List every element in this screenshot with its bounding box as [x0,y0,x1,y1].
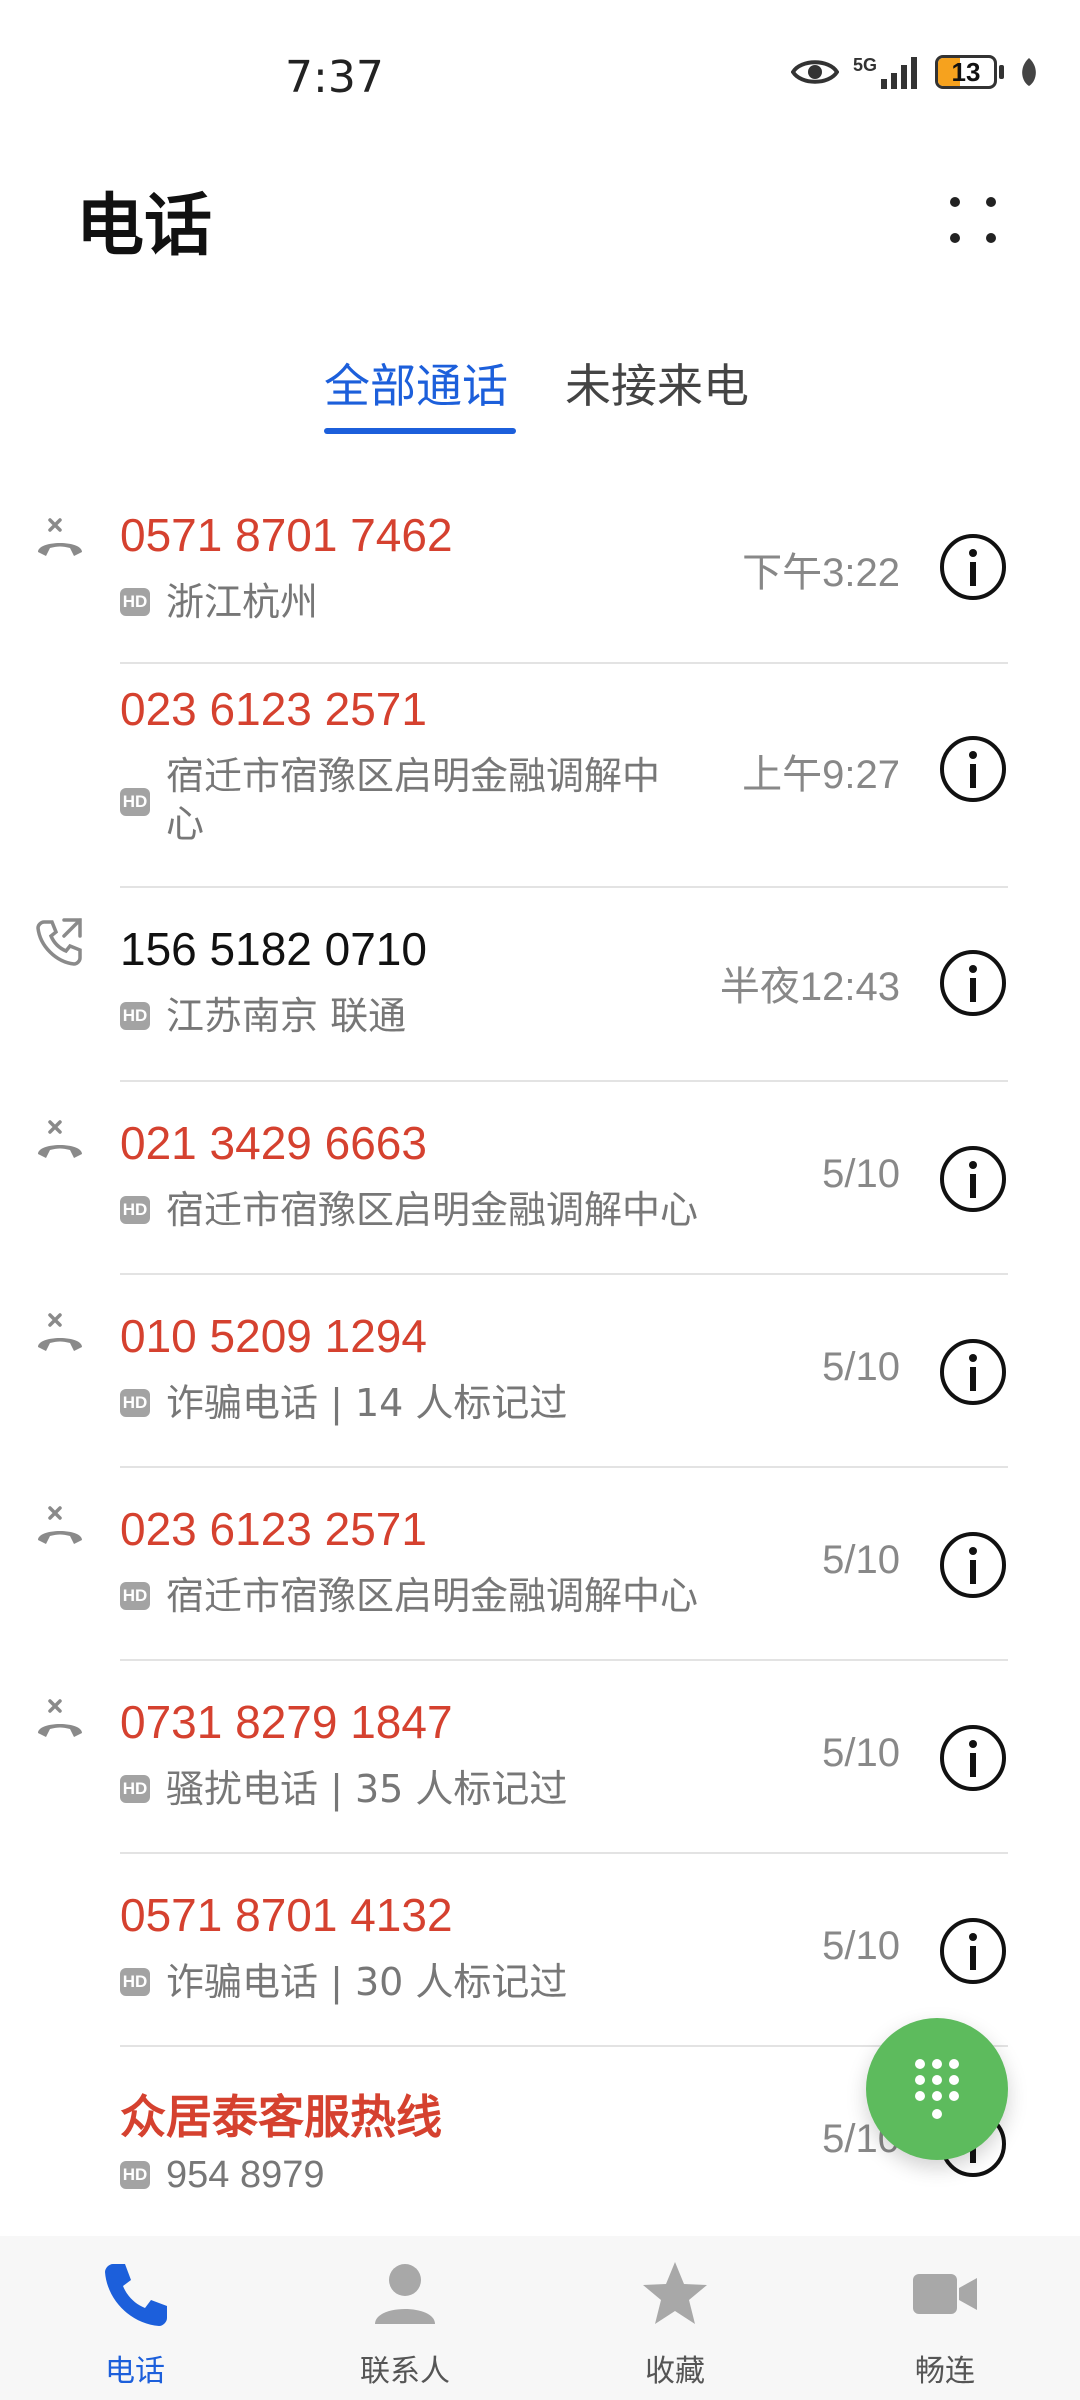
call-subtitle: HD 宿迁市宿豫区启明金融调解中心 [120,752,676,848]
call-time: 下午3:22 [742,551,900,595]
call-location: 诈骗电话 | 14 人标记过 [166,1381,568,1425]
call-contact-name: 众居泰客服热线 [120,2090,442,2144]
nav-label: 联系人 [360,2354,450,2389]
call-number: 156 5182 0710 [120,923,427,975]
network-signal: 5G [853,55,921,89]
status-time: 7:37 [285,52,384,103]
dialpad-button[interactable] [866,2018,1008,2160]
info-icon[interactable] [938,734,1008,804]
missed-call-icon [38,1313,82,1351]
call-number: 021 3429 6663 [120,1117,427,1169]
tab-missed-calls[interactable]: 未接来电 [565,350,749,416]
nav-item-phone[interactable]: 电话 [35,2254,235,2390]
call-row[interactable]: 0571 8701 7462 HD 浙江杭州 下午3:22 [0,490,1080,664]
call-time: 半夜12:43 [719,965,900,1009]
call-number: 0571 8701 7462 [120,509,453,561]
signal-bars-icon [881,57,917,89]
nav-item-meetime[interactable]: 畅连 [845,2254,1045,2390]
call-subtitle: HD 954 8979 [120,2151,325,2199]
call-location: 骚扰电话 | 35 人标记过 [166,1767,568,1811]
call-row[interactable]: 0731 8279 1847 HD 骚扰电话 | 35 人标记过 5/10 [0,1661,1080,1854]
missed-call-icon [38,1120,82,1158]
bottom-nav: 电话 联系人 收藏 畅连 [0,2236,1080,2400]
hd-badge: HD [120,1389,150,1417]
call-subtitle: HD 宿迁市宿豫区启明金融调解中心 [120,1572,698,1620]
call-location: 宿迁市宿豫区启明金融调解中心 [166,1188,699,1232]
nav-item-favorites[interactable]: 收藏 [575,2254,775,2390]
tab-underline [324,428,516,434]
call-row[interactable]: 010 5209 1294 HD 诈骗电话 | 14 人标记过 5/10 [0,1275,1080,1468]
call-location: 江苏南京 联通 [166,994,407,1038]
call-row[interactable]: 0571 8701 4132 HD 诈骗电话 | 30 人标记过 5/10 [0,1854,1080,2047]
star-icon [643,2262,707,2324]
contacts-icon [375,2264,435,2324]
call-row[interactable]: 021 3429 6663 HD 宿迁市宿豫区启明金融调解中心 5/10 [0,1082,1080,1275]
info-icon[interactable] [938,1337,1008,1407]
call-number: 0571 8701 4132 [120,1889,453,1941]
hd-badge: HD [120,1582,150,1610]
call-location: 浙江杭州 [166,580,319,624]
status-icons: 5G 13 [790,55,1040,89]
call-number: 0731 8279 1847 [120,1696,453,1748]
hd-badge: HD [120,1968,150,1996]
call-location: 宿迁市宿豫区启明金融调解中心 [166,1574,699,1618]
call-time: 上午9:27 [742,753,900,797]
dialpad-icon [915,2059,959,2119]
hd-badge: HD [120,1002,150,1030]
call-tabs: 全部通话 未接来电 [0,350,1080,450]
info-icon[interactable] [938,948,1008,1018]
info-icon[interactable] [938,1723,1008,1793]
call-subtitle: HD 浙江杭州 [120,578,318,626]
call-subtitle: HD 骚扰电话 | 35 人标记过 [120,1765,567,1813]
video-call-icon [913,2274,977,2314]
call-number: 010 5209 1294 [120,1310,427,1362]
call-row[interactable]: 023 6123 2571 HD 宿迁市宿豫区启明金融调解中心 5/10 [0,1468,1080,1661]
call-row[interactable]: 023 6123 2571 HD 宿迁市宿豫区启明金融调解中心 上午9:27 [0,664,1080,888]
call-subtitle: HD 诈骗电话 | 30 人标记过 [120,1958,567,2006]
battery-group: 13 [935,55,1004,89]
missed-call-icon [38,518,82,556]
nav-item-contacts[interactable]: 联系人 [305,2254,505,2390]
call-number: 023 6123 2571 [120,683,427,735]
network-type: 5G [852,55,877,75]
battery-cap [999,65,1004,79]
info-icon[interactable] [938,1530,1008,1600]
battery-text: 13 [951,56,981,87]
call-time: 5/10 [822,1924,900,1968]
call-time: 5/10 [822,1538,900,1582]
eye-icon [790,60,839,84]
page-title: 电话 [76,187,213,266]
hd-badge: HD [120,788,150,816]
outgoing-call-icon [36,918,82,966]
hd-badge: HD [120,1196,150,1224]
hd-badge: HD [120,1775,150,1803]
call-location: 宿迁市宿豫区启明金融调解中心 [166,754,661,846]
missed-call-icon [38,1699,82,1737]
call-time: 5/10 [822,1731,900,1775]
call-number: 023 6123 2571 [120,1503,427,1555]
call-location: 诈骗电话 | 30 人标记过 [166,1960,568,2004]
leaf-icon [1022,58,1036,86]
nav-label: 电话 [105,2354,165,2389]
status-bar: 7:37 5G 13 [0,0,1080,150]
phone-icon [105,2264,167,2326]
call-time: 5/10 [822,1152,900,1196]
info-icon[interactable] [938,1144,1008,1214]
call-phone: 954 8979 [166,2154,325,2196]
nav-label: 收藏 [645,2354,705,2389]
call-subtitle: HD 宿迁市宿豫区启明金融调解中心 [120,1186,698,1234]
nav-label: 畅连 [915,2354,975,2389]
info-icon[interactable] [938,1916,1008,1986]
call-subtitle: HD 江苏南京 联通 [120,992,406,1040]
hd-badge: HD [120,2161,150,2189]
call-row[interactable]: 156 5182 0710 HD 江苏南京 联通 半夜12:43 [0,888,1080,1082]
missed-call-icon [38,1506,82,1544]
call-subtitle: HD 诈骗电话 | 14 人标记过 [120,1379,567,1427]
call-time: 5/10 [822,1345,900,1389]
tab-all-calls[interactable]: 全部通话 [324,350,508,416]
hd-badge: HD [120,588,150,616]
battery-icon: 13 [935,55,997,89]
more-options-icon[interactable] [945,192,1001,248]
info-icon[interactable] [938,532,1008,602]
